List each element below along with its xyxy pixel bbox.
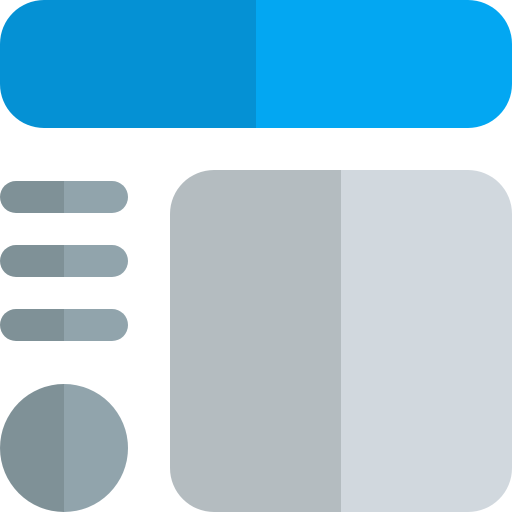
content-panel-right bbox=[341, 170, 512, 512]
menu-line bbox=[0, 245, 128, 277]
content-panel-left bbox=[170, 170, 341, 512]
menu-line bbox=[0, 181, 128, 213]
menu-line bbox=[0, 309, 128, 341]
avatar-circle bbox=[0, 384, 128, 512]
header-bar-right bbox=[256, 0, 512, 128]
content-panel bbox=[170, 170, 512, 512]
layout-template-icon bbox=[0, 0, 512, 512]
icon-svg bbox=[0, 0, 512, 512]
header-bar bbox=[0, 0, 512, 128]
header-bar-left bbox=[0, 0, 256, 128]
